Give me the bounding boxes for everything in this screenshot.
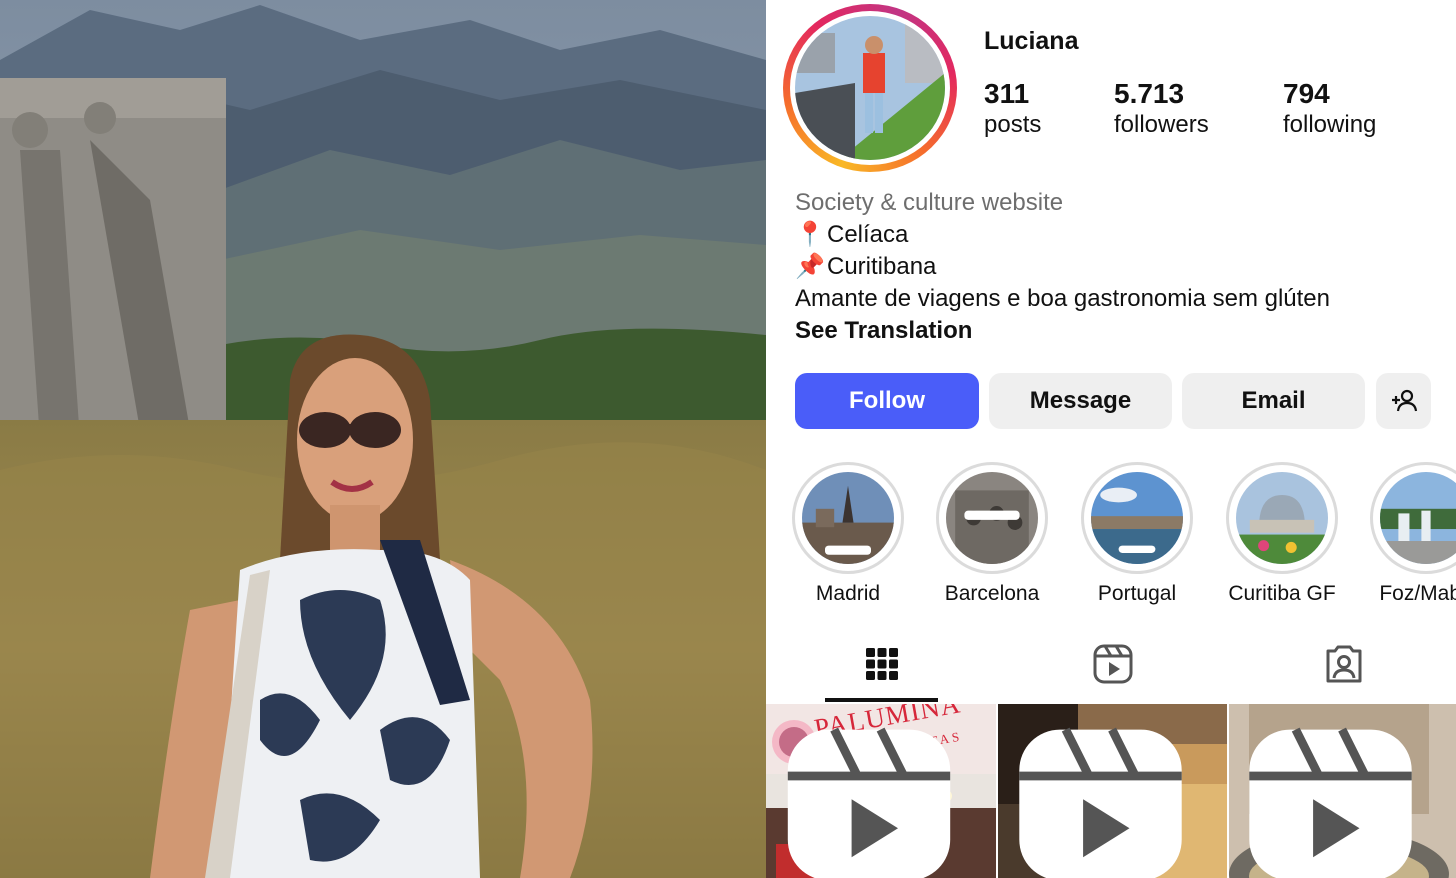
reel-badge-icon: [1249, 727, 1412, 878]
round-pushpin-icon: 📍: [795, 221, 825, 248]
highlight-curitiba-gf[interactable]: Curitiba GF: [1226, 462, 1338, 606]
highlight-barcelona[interactable]: Barcelona: [936, 462, 1048, 606]
stat-followers[interactable]: 5.713 followers: [1114, 78, 1209, 140]
profile-tabs: [766, 630, 1456, 702]
highlight-label: Barcelona: [944, 582, 1040, 605]
reel-badge-icon: [1019, 727, 1182, 878]
instagram-profile-panel: Luciana 311 posts 5.713 followers 794 fo…: [766, 0, 1456, 878]
highlight-madrid[interactable]: Madrid: [792, 462, 904, 606]
followers-label: followers: [1114, 111, 1209, 138]
message-button[interactable]: Message: [989, 373, 1172, 429]
bio-line3-text: Amante de viagens e boa gastronomia sem …: [795, 285, 1330, 312]
follow-button[interactable]: Follow: [795, 373, 979, 429]
followers-count: 5.713: [1114, 78, 1185, 109]
post-grid: PALUMINA TORTAS: [766, 704, 1456, 878]
see-translation-link[interactable]: See Translation: [795, 315, 1445, 347]
profile-bio: Society & culture website 📍Celíaca 📌Curi…: [795, 187, 1445, 347]
grid-icon: [866, 648, 898, 680]
highlight-label: Madrid: [815, 582, 881, 605]
highlight-portugal[interactable]: Portugal: [1081, 462, 1193, 606]
highlight-label: Curitiba GF: [1228, 582, 1336, 605]
following-count: 794: [1283, 78, 1330, 109]
post-thumbnail[interactable]: [1229, 704, 1456, 878]
profile-photo-left: [0, 0, 766, 878]
highlight-label: Foz/Mabu: [1379, 582, 1456, 605]
following-label: following: [1283, 111, 1377, 138]
tagged-icon: [1326, 645, 1362, 683]
tagged-tab[interactable]: [1322, 642, 1366, 686]
active-tab-indicator: [825, 698, 938, 702]
pushpin-icon: 📌: [795, 253, 825, 280]
highlight-label: Portugal: [1097, 582, 1177, 605]
highlight-foz-mabu[interactable]: Foz/Mabu: [1370, 462, 1456, 606]
email-button[interactable]: Email: [1182, 373, 1365, 429]
bio-line2-text: Curitibana: [827, 253, 937, 280]
grid-tab[interactable]: [860, 642, 904, 686]
stat-posts[interactable]: 311 posts: [984, 78, 1041, 140]
username: Luciana: [984, 27, 1079, 55]
bio-line1-text: Celíaca: [827, 221, 909, 248]
profile-avatar[interactable]: [783, 4, 957, 172]
reels-tab[interactable]: [1091, 642, 1135, 686]
post-thumbnail[interactable]: PALUMINA TORTAS: [766, 704, 996, 878]
bio-category[interactable]: Society & culture website: [795, 187, 1445, 219]
post-thumbnail[interactable]: [998, 704, 1227, 878]
suggested-accounts-button[interactable]: [1376, 373, 1431, 429]
posts-count: 311: [984, 78, 1030, 109]
reel-badge-icon: [787, 727, 951, 878]
add-person-icon: [1391, 389, 1417, 412]
posts-label: posts: [984, 111, 1042, 138]
stat-following[interactable]: 794 following: [1283, 78, 1376, 140]
bio-line-curitibana: 📌Curitibana: [795, 251, 1445, 283]
reels-icon: [1093, 644, 1133, 684]
bio-line-celiaca: 📍Celíaca: [795, 219, 1445, 251]
